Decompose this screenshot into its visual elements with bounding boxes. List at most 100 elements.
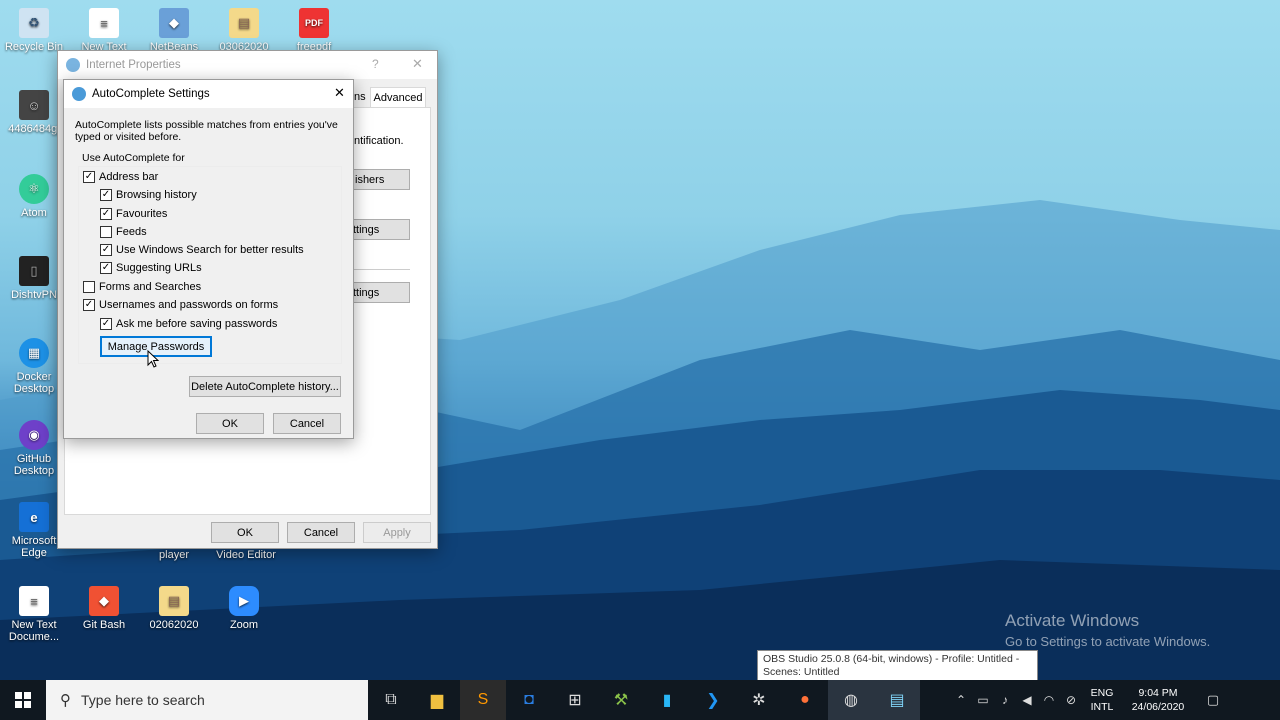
obs-studio-icon[interactable]: ◍	[828, 680, 874, 720]
settings-app-icon[interactable]: ✲	[736, 680, 782, 720]
checkbox-browsing-history[interactable]: ✓ Browsing history	[100, 189, 197, 201]
tab-advanced[interactable]: Advanced	[370, 87, 426, 107]
checkbox-unchecked[interactable]	[83, 281, 95, 293]
checkbox-checked[interactable]: ✓	[100, 208, 112, 220]
desktop-icon-02062020[interactable]: ▤ 02062020	[140, 586, 208, 631]
zip-folder-icon: ▤	[159, 586, 189, 616]
pdf-icon: PDF	[299, 8, 329, 38]
tool-app-icon[interactable]: ⚒	[598, 680, 644, 720]
dialog-title: AutoComplete Settings	[92, 88, 210, 100]
photo-icon: ☺	[19, 90, 49, 120]
checkbox-address-bar[interactable]: ✓ Address bar	[83, 171, 158, 183]
help-button[interactable]: ?	[372, 57, 379, 71]
watermark-subtitle: Go to Settings to activate Windows.	[1005, 634, 1211, 649]
docker-icon: ▦	[19, 338, 49, 368]
autocomplete-titlebar: AutoComplete Settings ✕	[64, 80, 353, 108]
zip-folder-icon: ▤	[229, 8, 259, 38]
checkbox-checked[interactable]: ✓	[100, 262, 112, 274]
phone-icon: ▯	[19, 256, 49, 286]
ok-button[interactable]: OK	[196, 413, 264, 434]
settings-button-1[interactable]: ttings	[348, 219, 410, 240]
apply-button[interactable]: Apply	[363, 522, 431, 543]
ok-button[interactable]: OK	[211, 522, 279, 543]
git-bash-icon: ◆	[89, 586, 119, 616]
checkbox-checked[interactable]: ✓	[100, 244, 112, 256]
mouse-cursor-icon	[147, 350, 159, 368]
checkbox-checked[interactable]: ✓	[83, 171, 95, 183]
microphone-icon[interactable]: ♪	[994, 680, 1016, 720]
network-app-icon[interactable]: ⊞	[552, 680, 598, 720]
control-panel-icon[interactable]: ▤	[874, 680, 920, 720]
edge-icon: e	[19, 502, 49, 532]
search-box[interactable]: ⚲ Type here to search	[46, 680, 368, 720]
outlook-icon[interactable]: ◘	[506, 680, 552, 720]
delete-history-button[interactable]: Delete AutoComplete history...	[189, 376, 341, 397]
checkbox-favourites[interactable]: ✓ Favourites	[100, 208, 167, 220]
checkbox-unchecked[interactable]	[100, 226, 112, 238]
close-icon[interactable]: ✕	[412, 56, 423, 72]
divider	[348, 269, 410, 270]
checkbox-suggesting-urls[interactable]: ✓ Suggesting URLs	[100, 262, 202, 274]
task-view-icon[interactable]: ⧉	[368, 680, 414, 720]
checkbox-windows-search[interactable]: ✓ Use Windows Search for better results	[100, 244, 304, 256]
globe-icon	[66, 58, 80, 72]
desktop-icon-freepdf[interactable]: PDF freepdf	[280, 8, 348, 53]
group-label: Use AutoComplete for	[82, 152, 185, 164]
start-button[interactable]	[0, 680, 46, 720]
checkbox-checked[interactable]: ✓	[83, 299, 95, 311]
checkbox-forms-searches[interactable]: Forms and Searches	[83, 281, 201, 293]
desktop-icon-video-editor[interactable]: Video Editor	[205, 549, 287, 561]
internet-properties-titlebar: Internet Properties ? ✕	[58, 51, 437, 79]
checkbox-checked[interactable]: ✓	[100, 318, 112, 330]
panel-text-fragment: ntification.	[354, 135, 404, 147]
activate-windows-watermark: Activate Windows Go to Settings to activ…	[1005, 611, 1210, 649]
desktop-icon-recycle-bin[interactable]: ♻ Recycle Bin	[0, 8, 68, 53]
search-icon: ⚲	[60, 692, 71, 709]
cancel-button[interactable]: Cancel	[273, 413, 341, 434]
recycle-bin-icon: ♻	[19, 8, 49, 38]
close-icon[interactable]: ✕	[334, 85, 345, 101]
cancel-button[interactable]: Cancel	[287, 522, 355, 543]
desktop-icon-player[interactable]: player	[140, 549, 208, 561]
search-input[interactable]: Type here to search	[81, 692, 205, 708]
description-text: AutoComplete lists possible matches from…	[75, 119, 338, 143]
desktop-icon-zoom[interactable]: ▶ Zoom	[210, 586, 278, 631]
text-file-icon: ≡	[89, 8, 119, 38]
checkbox-ask-saving[interactable]: ✓ Ask me before saving passwords	[100, 318, 277, 330]
checkbox-checked[interactable]: ✓	[100, 189, 112, 201]
chevron-up-icon[interactable]: ⌃	[950, 680, 972, 720]
obs-tooltip: OBS Studio 25.0.8 (64-bit, windows) - Pr…	[757, 650, 1038, 682]
window-title: Internet Properties	[86, 59, 181, 71]
vscode-icon[interactable]: ❯	[690, 680, 736, 720]
desktop-icon-03062020[interactable]: ▤ 03062020	[210, 8, 278, 53]
battery-icon[interactable]: ▭	[972, 680, 994, 720]
autocomplete-dialog: AutoComplete Settings ✕ AutoComplete lis…	[63, 79, 354, 439]
language-indicator[interactable]: ENG INTL	[1082, 686, 1122, 714]
wifi-icon[interactable]: ◠	[1038, 680, 1060, 720]
publishers-button[interactable]: ishers	[348, 169, 410, 190]
watermark-title: Activate Windows	[1005, 611, 1140, 630]
netbeans-icon: ◆	[159, 8, 189, 38]
firefox-icon[interactable]: ●	[782, 680, 828, 720]
windows-icon	[15, 692, 31, 708]
network-icon[interactable]: ⊘	[1060, 680, 1082, 720]
checkbox-usernames-passwords[interactable]: ✓ Usernames and passwords on forms	[83, 299, 278, 311]
globe-icon	[72, 87, 86, 101]
desktop-icon-git-bash[interactable]: ◆ Git Bash	[70, 586, 138, 631]
desktop-icon-new-text[interactable]: ≡ New Text	[70, 8, 138, 53]
document-app-icon[interactable]: ▮	[644, 680, 690, 720]
github-icon: ◉	[19, 420, 49, 450]
notification-icon[interactable]: ▢	[1194, 680, 1232, 720]
checkbox-feeds[interactable]: Feeds	[100, 226, 147, 238]
tab-partial[interactable]: ns	[354, 91, 366, 103]
volume-icon[interactable]: ◀	[1016, 680, 1038, 720]
settings-button-2[interactable]: ttings	[348, 282, 410, 303]
taskbar: ⚲ Type here to search ⧉ ▆ S ◘ ⊞ ⚒ ▮ ❯ ✲ …	[0, 680, 1280, 720]
sublime-text-icon[interactable]: S	[460, 680, 506, 720]
zoom-icon: ▶	[229, 586, 259, 616]
file-explorer-icon[interactable]: ▆	[414, 680, 460, 720]
text-file-icon: ≡	[19, 586, 49, 616]
atom-icon: ⚛	[19, 174, 49, 204]
clock[interactable]: 9:04 PM 24/06/2020	[1122, 686, 1194, 714]
desktop-icon-new-text-doc[interactable]: ≡ New Text Docume...	[0, 586, 68, 643]
